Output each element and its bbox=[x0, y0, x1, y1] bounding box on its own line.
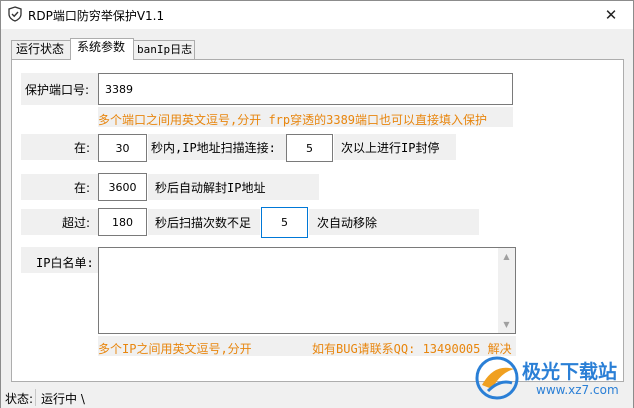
close-button[interactable]: ✕ bbox=[589, 1, 633, 29]
tab-run-status[interactable]: 运行状态 bbox=[11, 40, 71, 59]
status-value: 运行中 \ bbox=[41, 392, 85, 406]
watermark: 极光下载站 www.xz7.com bbox=[474, 353, 634, 405]
port-hint: 多个端口之间用英文逗号,分开 frp穿透的3389端口也可以直接填入保护 bbox=[98, 113, 488, 127]
app-window: RDP端口防穷举保护V1.1 ✕ 运行状态 系统参数 banIp日志 保护端口号… bbox=[0, 0, 634, 408]
title-bar: RDP端口防穷举保护V1.1 ✕ bbox=[1, 1, 633, 29]
whitelist-textarea[interactable]: ▲ ▼ bbox=[98, 247, 516, 334]
whitelist-hint: 多个IP之间用英文逗号,分开 bbox=[98, 342, 252, 356]
window-title: RDP端口防穷举保护V1.1 bbox=[28, 9, 165, 23]
status-separator bbox=[35, 389, 36, 406]
tab-system-params[interactable]: 系统参数 bbox=[70, 38, 134, 60]
port-input[interactable]: 3389 bbox=[98, 73, 513, 105]
scroll-up-icon[interactable]: ▲ bbox=[498, 248, 515, 265]
row2-tail-text: 秒后自动解封IP地址 bbox=[155, 181, 266, 195]
row1-label: 在: bbox=[74, 141, 91, 155]
unban-seconds-input[interactable]: 3600 bbox=[98, 173, 147, 201]
min-scan-count-input[interactable]: 5 bbox=[261, 207, 308, 238]
port-label: 保护端口号: bbox=[25, 83, 90, 97]
row3-tail-text: 次自动移除 bbox=[317, 216, 378, 230]
row3-mid-text: 秒后扫描次数不足 bbox=[155, 216, 252, 230]
scan-count-input[interactable]: 5 bbox=[286, 134, 333, 162]
row3-label: 超过: bbox=[62, 216, 91, 230]
close-icon: ✕ bbox=[604, 6, 618, 24]
tab-banip-log[interactable]: banIp日志 bbox=[133, 40, 195, 59]
scroll-down-icon[interactable]: ▼ bbox=[498, 316, 515, 333]
remove-after-seconds-input[interactable]: 180 bbox=[98, 208, 147, 236]
settings-panel: 保护端口号: 3389 多个端口之间用英文逗号,分开 frp穿透的3389端口也… bbox=[11, 59, 624, 382]
whitelist-label: IP白名单: bbox=[36, 256, 94, 270]
shield-check-icon bbox=[8, 6, 22, 22]
row1-mid-text: 秒内,IP地址扫描连接: bbox=[151, 141, 276, 155]
watermark-url: www.xz7.com bbox=[536, 383, 619, 397]
row1-tail-text: 次以上进行IP封停 bbox=[341, 141, 440, 155]
status-label: 状态: bbox=[5, 392, 34, 406]
watermark-text: 极光下载站 bbox=[522, 361, 618, 383]
watermark-logo-icon bbox=[475, 356, 519, 400]
scan-window-seconds-input[interactable]: 30 bbox=[98, 134, 147, 162]
whitelist-scrollbar[interactable]: ▲ ▼ bbox=[498, 248, 515, 333]
row2-label: 在: bbox=[74, 181, 91, 195]
